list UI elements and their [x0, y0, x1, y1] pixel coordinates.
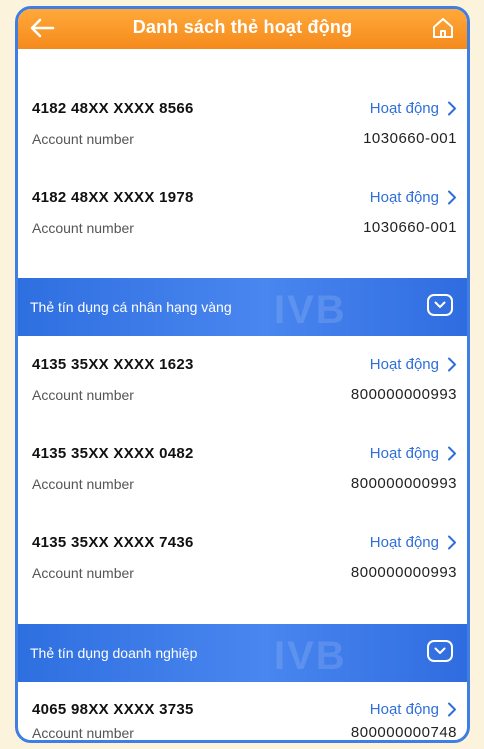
status-label: Hoạt động: [369, 100, 439, 117]
chevron-right-icon: [448, 702, 456, 717]
card-row[interactable]: 4182 48XX XXXX 1978 Hoạt động Account nu…: [32, 189, 457, 249]
section-title: Thẻ tín dụng doanh nghiệp: [30, 645, 198, 661]
card-row[interactable]: 4135 35XX XXXX 1623 Hoạt động Account nu…: [32, 356, 457, 416]
section-title: Thẻ tín dụng cá nhân hạng vàng: [30, 299, 232, 315]
account-label: Account number: [32, 220, 134, 236]
expand-toggle[interactable]: [427, 294, 453, 316]
status-link[interactable]: Hoạt động: [370, 534, 457, 551]
card-row[interactable]: 4182 48XX XXXX 8566 Hoạt động Account nu…: [32, 100, 457, 160]
chevron-right-icon: [448, 357, 456, 372]
account-number: 800000000748: [350, 724, 457, 741]
status-link[interactable]: Hoạt động: [370, 100, 457, 117]
card-number: 4135 35XX XXXX 7436: [32, 534, 194, 551]
status-link[interactable]: Hoạt động: [370, 701, 457, 718]
status-label: Hoạt động: [369, 445, 439, 462]
app-header: Danh sách thẻ hoạt động: [18, 9, 467, 49]
chevron-right-icon: [448, 190, 456, 205]
card-number: 4182 48XX XXXX 1978: [32, 189, 194, 206]
card-row[interactable]: 4135 35XX XXXX 0482 Hoạt động Account nu…: [32, 445, 457, 505]
account-label: Account number: [32, 725, 134, 741]
account-label: Account number: [32, 387, 134, 403]
chevron-down-icon: [434, 301, 446, 308]
account-number: 800000000993: [350, 564, 457, 581]
brand-watermark: IVB: [274, 634, 347, 678]
card-row[interactable]: 4135 35XX XXXX 7436 Hoạt động Account nu…: [32, 534, 457, 594]
status-link[interactable]: Hoạt động: [370, 445, 457, 462]
chevron-down-icon: [434, 647, 446, 654]
section-header-gold-credit[interactable]: IVB Thẻ tín dụng cá nhân hạng vàng: [18, 278, 467, 336]
card-row[interactable]: 4065 98XX XXXX 3735 Hoạt động Account nu…: [32, 701, 457, 741]
account-number: 800000000993: [350, 386, 457, 403]
card-list: Account number 1030660-001 4182 48XX XXX…: [18, 9, 467, 740]
status-link[interactable]: Hoạt động: [370, 356, 457, 373]
account-label: Account number: [32, 565, 134, 581]
account-number: 800000000993: [350, 475, 457, 492]
status-link[interactable]: Hoạt động: [370, 189, 457, 206]
card-number: 4135 35XX XXXX 1623: [32, 356, 194, 373]
chevron-right-icon: [448, 535, 456, 550]
section-header-business-credit[interactable]: IVB Thẻ tín dụng doanh nghiệp: [18, 624, 467, 682]
account-number: 1030660-001: [363, 219, 457, 236]
account-label: Account number: [32, 476, 134, 492]
card-number: 4135 35XX XXXX 0482: [32, 445, 194, 462]
status-label: Hoạt động: [369, 534, 439, 551]
phone-frame: Account number 1030660-001 4182 48XX XXX…: [15, 6, 470, 743]
chevron-right-icon: [448, 101, 456, 116]
page-title: Danh sách thẻ hoạt động: [132, 17, 353, 37]
account-label: Account number: [32, 131, 134, 147]
card-number: 4182 48XX XXXX 8566: [32, 100, 194, 117]
home-icon[interactable]: [431, 16, 455, 40]
status-label: Hoạt động: [369, 189, 439, 206]
chevron-right-icon: [448, 446, 456, 461]
brand-watermark: IVB: [274, 288, 347, 332]
account-number: 1030660-001: [363, 130, 457, 147]
status-label: Hoạt động: [369, 356, 439, 373]
card-number: 4065 98XX XXXX 3735: [32, 701, 194, 718]
status-label: Hoạt động: [369, 701, 439, 718]
expand-toggle[interactable]: [427, 640, 453, 662]
